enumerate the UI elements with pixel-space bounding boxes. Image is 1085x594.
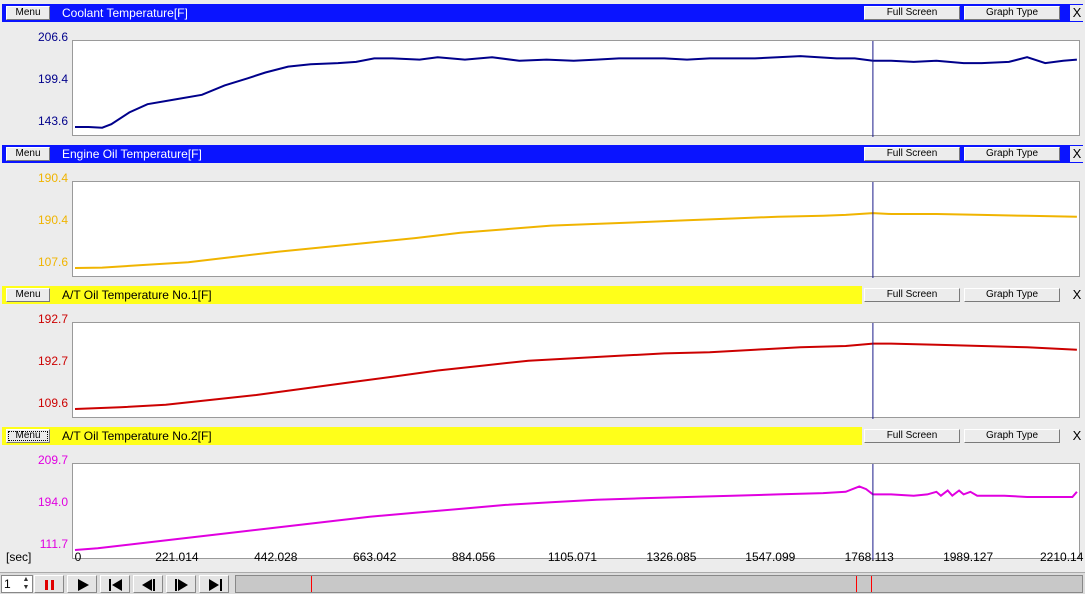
pause-button[interactable] xyxy=(34,575,64,593)
plot-area[interactable] xyxy=(72,40,1080,137)
x-axis-tick-label: 1105.071 xyxy=(547,550,598,564)
y-axis-label: 107.6 xyxy=(37,255,68,269)
graph-svg xyxy=(74,182,1077,278)
x-axis-tick-label: 1989.127 xyxy=(943,550,994,564)
graph-title: Engine Oil Temperature[F] xyxy=(62,147,202,161)
y-axis-label: 190.4 xyxy=(37,213,68,227)
y-axis-label: 190.4 xyxy=(37,171,68,185)
skip-to-end-button[interactable] xyxy=(199,575,229,593)
series-line xyxy=(74,212,1077,269)
graph-title-bar: Menu Engine Oil Temperature[F] Full Screen… xyxy=(2,145,1084,163)
zoom-spinner[interactable]: 1 ▲ ▼ xyxy=(1,575,33,593)
menu-button[interactable]: Menu xyxy=(6,6,50,20)
graph-title-bar: Menu A/T Oil Temperature No.1[F] Full Scre… xyxy=(2,286,1084,304)
x-axis-tick-label: 1547.099 xyxy=(745,550,796,564)
full-screen-button[interactable]: Full Screen xyxy=(864,6,960,20)
menu-button[interactable]: Menu xyxy=(6,429,50,443)
series-line xyxy=(75,55,1077,129)
x-axis-tick-label: 0 xyxy=(74,550,82,564)
step-forward-button[interactable] xyxy=(166,575,196,593)
spinner-arrows-icon[interactable]: ▲ ▼ xyxy=(21,576,31,592)
graph-panel: Menu Engine Oil Temperature[F] Full Screen… xyxy=(0,145,1085,284)
x-axis-tick-label: 1768.113 xyxy=(844,550,894,564)
y-axis-label: 143.6 xyxy=(37,114,68,128)
full-screen-button[interactable]: Full Screen xyxy=(864,147,960,161)
play-icon xyxy=(78,579,89,591)
close-graph-button[interactable]: X xyxy=(1070,428,1084,444)
graph-svg xyxy=(75,41,1077,137)
graph-type-button[interactable]: Graph Type xyxy=(964,147,1060,161)
skip-end-icon xyxy=(209,579,222,591)
close-graph-button[interactable]: X xyxy=(1070,287,1084,303)
y-axis-label: 194.0 xyxy=(37,495,68,509)
timeline-track[interactable] xyxy=(235,575,1083,593)
x-axis-tick-label: 1326.085 xyxy=(646,550,697,564)
pause-icon xyxy=(45,580,54,590)
playback-controls: 1 ▲ ▼ xyxy=(0,572,1085,594)
full-screen-button[interactable]: Full Screen xyxy=(864,429,960,443)
skip-start-icon xyxy=(109,579,122,591)
x-axis-row: [sec] 0 221.014 442.028 663.042 884.056 1105.… xyxy=(0,546,1085,570)
plot-area[interactable] xyxy=(72,463,1080,560)
plot-area[interactable] xyxy=(72,181,1080,278)
timeline-marker[interactable] xyxy=(856,576,857,592)
graph-panel: Menu Coolant Temperature[F] Full Screen Gra… xyxy=(0,4,1085,143)
graph-svg xyxy=(74,323,1077,419)
step-forward-icon xyxy=(175,579,188,591)
x-axis-tick-label: 884.056 xyxy=(451,550,496,564)
graph-title-bar: Menu Coolant Temperature[F] Full Screen Gra… xyxy=(2,4,1084,22)
skip-to-start-button[interactable] xyxy=(100,575,130,593)
close-graph-button[interactable]: X xyxy=(1070,146,1084,162)
graph-type-button[interactable]: Graph Type xyxy=(964,288,1060,302)
plot-area[interactable] xyxy=(72,322,1080,419)
timeline-marker[interactable] xyxy=(871,576,872,592)
x-axis-tick-label: 442.028 xyxy=(254,550,298,564)
y-axis-label: 199.4 xyxy=(37,72,68,86)
timeline-marker[interactable] xyxy=(311,576,312,592)
play-button[interactable] xyxy=(67,575,97,593)
y-axis-label: 206.6 xyxy=(37,30,68,44)
graph-panel: Menu A/T Oil Temperature No.1[F] Full Scre… xyxy=(0,286,1085,425)
step-back-icon xyxy=(142,579,155,591)
graph-title-bar: Menu A/T Oil Temperature No.2[F] Full Scre… xyxy=(2,427,1084,445)
graph-title: Coolant Temperature[F] xyxy=(62,6,188,20)
graph-type-button[interactable]: Graph Type xyxy=(964,6,1060,20)
menu-button[interactable]: Menu xyxy=(6,147,50,161)
y-axis-label: 192.7 xyxy=(37,312,68,326)
x-axis-unit: [sec] xyxy=(6,550,32,564)
y-axis-label: 109.6 xyxy=(37,396,68,410)
x-axis-tick-label: 221.014 xyxy=(155,550,199,564)
menu-button[interactable]: Menu xyxy=(6,288,50,302)
y-axis-label: 209.7 xyxy=(37,453,68,467)
graph-title: A/T Oil Temperature No.1[F] xyxy=(62,288,212,302)
x-axis-tick-label: 2210.14 xyxy=(1040,550,1084,564)
x-axis-tick-label: 663.042 xyxy=(352,550,397,564)
close-graph-button[interactable]: X xyxy=(1070,5,1084,21)
series-line xyxy=(74,342,1077,410)
graph-type-button[interactable]: Graph Type xyxy=(964,429,1060,443)
step-back-button[interactable] xyxy=(133,575,163,593)
graph-title: A/T Oil Temperature No.2[F] xyxy=(62,429,212,443)
full-screen-button[interactable]: Full Screen xyxy=(864,288,960,302)
zoom-spinner-value: 1 xyxy=(4,577,11,591)
series-line xyxy=(74,485,1078,551)
y-axis-label: 192.7 xyxy=(37,354,68,368)
